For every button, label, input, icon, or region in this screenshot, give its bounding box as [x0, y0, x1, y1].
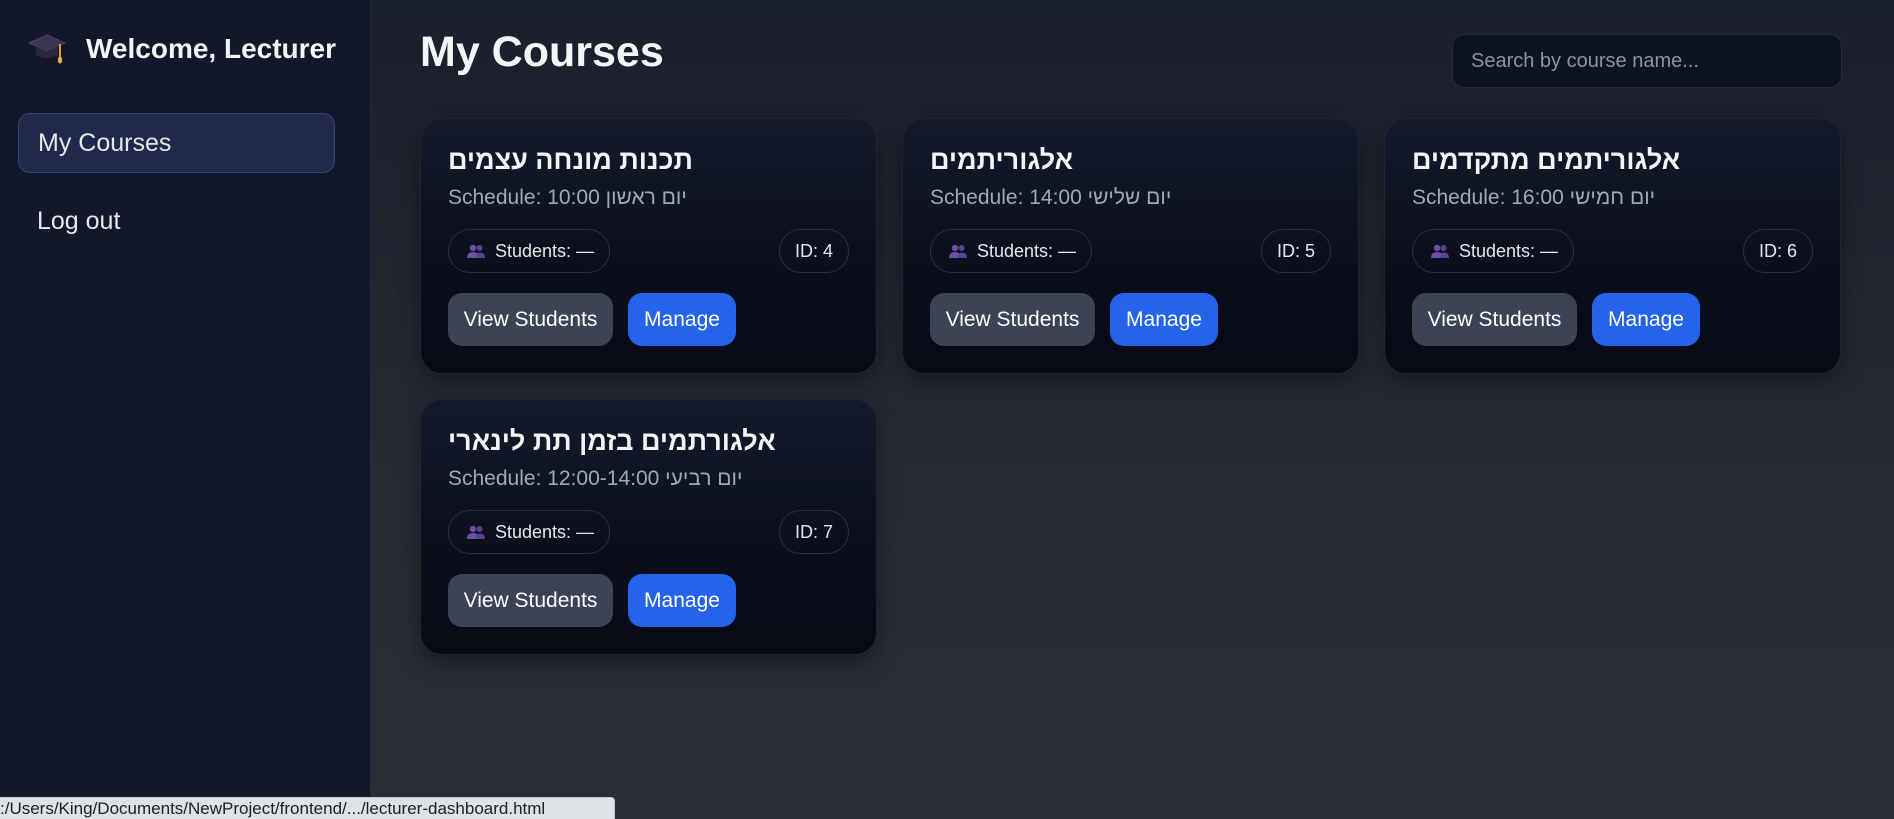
course-schedule: Schedule: 12:00-14:00 יום רביעי — [448, 467, 743, 490]
course-schedule: Schedule: 16:00 יום חמישי — [1412, 186, 1656, 209]
manage-button[interactable]: Manage — [1110, 293, 1218, 346]
course-card: אלגורתמים בזמן תת לינארי Schedule: 12:00… — [420, 399, 877, 655]
course-schedule: Schedule: 10:00 יום ראשון — [448, 186, 687, 209]
course-card: תכנות מונחה עצמים Schedule: 10:00 יום רא… — [420, 118, 877, 374]
graduation-cap-icon — [26, 28, 68, 70]
view-students-button[interactable]: View Students — [1412, 293, 1577, 346]
course-id-badge: ID: 6 — [1742, 229, 1813, 273]
students-count-badge: Students: — — [930, 229, 1093, 273]
view-students-button[interactable]: View Students — [448, 574, 613, 627]
course-card: אלגוריתמים מתקדמים Schedule: 16:00 יום ח… — [1384, 118, 1841, 374]
course-title: אלגוריתמים מתקדמים — [1412, 145, 1681, 175]
students-count-label: Students: — — [1459, 240, 1559, 261]
course-id-badge: ID: 5 — [1260, 229, 1331, 273]
sidebar-nav: My Courses Log out — [18, 113, 335, 269]
manage-button[interactable]: Manage — [628, 293, 736, 346]
students-count-label: Students: — — [495, 521, 595, 542]
students-count-badge: Students: — — [448, 229, 611, 273]
students-count-badge: Students: — — [448, 510, 611, 554]
sidebar-header: Welcome, Lecturer — [26, 28, 336, 70]
students-count-badge: Students: — — [1412, 229, 1575, 273]
sidebar-item-my-courses[interactable]: My Courses — [18, 113, 335, 173]
sidebar: Welcome, Lecturer My Courses Log out — [0, 0, 371, 819]
users-icon — [466, 243, 486, 259]
course-schedule: Schedule: 14:00 יום שלישי — [930, 186, 1172, 209]
course-id-badge: ID: 4 — [778, 229, 849, 273]
students-count-label: Students: — — [495, 240, 595, 261]
course-search-input[interactable] — [1452, 34, 1842, 88]
course-grid: תכנות מונחה עצמים Schedule: 10:00 יום רא… — [420, 118, 1844, 655]
browser-status-bar: :/Users/King/Documents/NewProject/fronte… — [0, 797, 615, 819]
course-title: אלגוריתמים — [930, 145, 1074, 175]
view-students-button[interactable]: View Students — [930, 293, 1095, 346]
users-icon — [1430, 243, 1450, 259]
students-count-label: Students: — — [977, 240, 1077, 261]
users-icon — [466, 524, 486, 540]
course-title: תכנות מונחה עצמים — [448, 145, 693, 175]
page-title: My Courses — [420, 28, 664, 76]
manage-button[interactable]: Manage — [628, 574, 736, 627]
manage-button[interactable]: Manage — [1592, 293, 1700, 346]
app-window: Welcome, Lecturer My Courses Log out My … — [0, 0, 1894, 819]
main-content: My Courses תכנות מונחה עצמים Schedule: 1… — [371, 0, 1894, 819]
users-icon — [948, 243, 968, 259]
view-students-button[interactable]: View Students — [448, 293, 613, 346]
course-title: אלגורתמים בזמן תת לינארי — [448, 426, 776, 456]
course-id-badge: ID: 7 — [778, 510, 849, 554]
sidebar-item-log-out[interactable]: Log out — [18, 191, 335, 251]
welcome-heading: Welcome, Lecturer — [86, 33, 337, 64]
course-card: אלגוריתמים Schedule: 14:00 יום שלישי Stu… — [902, 118, 1359, 374]
